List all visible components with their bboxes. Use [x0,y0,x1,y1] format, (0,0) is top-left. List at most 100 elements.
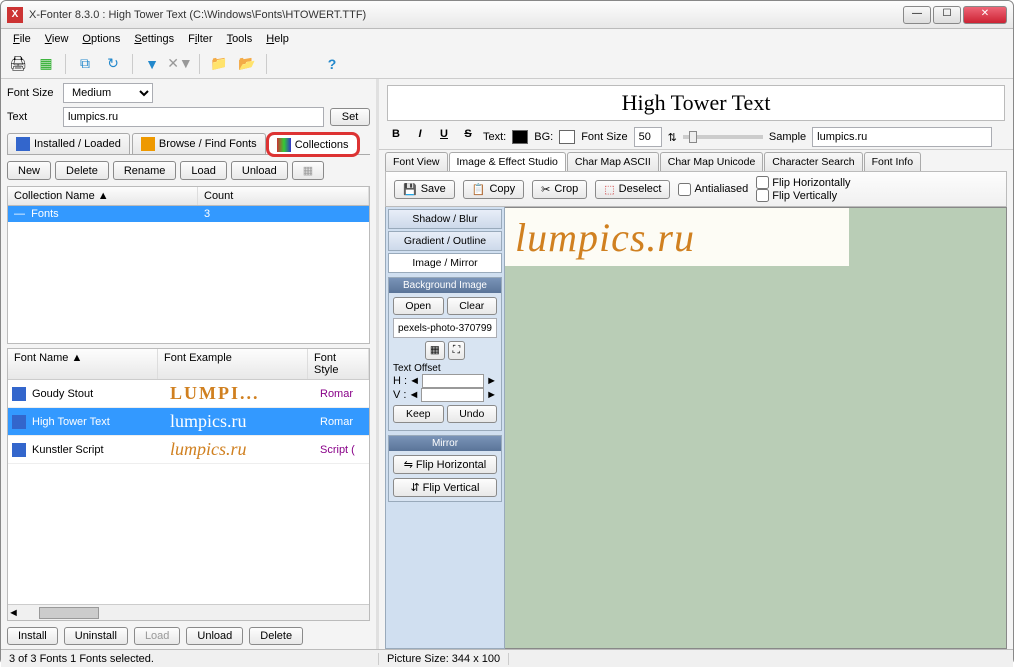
h-offset-slider[interactable] [422,374,484,388]
undo-button[interactable]: Undo [447,405,498,423]
tab-fontview[interactable]: Font View [385,152,448,171]
maximize-button[interactable]: ☐ [933,6,961,24]
spinner-icon[interactable]: ⇅ [668,131,677,144]
sample-label: Sample [769,131,806,143]
col-font-style[interactable]: Font Style [308,349,369,379]
print-icon[interactable]: 🖨 [7,53,29,75]
fontsize-select[interactable]: Medium [63,83,153,103]
unload-font-button[interactable]: Unload [186,627,243,645]
stop-button[interactable]: ▦ [292,161,324,180]
tab-collections[interactable]: Collections [268,134,358,155]
menu-options[interactable]: Options [76,31,126,47]
refresh-icon[interactable]: ↻ [102,53,124,75]
browse-icon[interactable]: ▦ [35,53,57,75]
disk-icon: 💾 [403,183,417,196]
fontsize-slider[interactable] [683,135,763,139]
tab-studio[interactable]: Image & Effect Studio [449,152,566,171]
open-bg-button[interactable]: Open [393,297,444,315]
unload-button[interactable]: Unload [231,161,288,180]
col-collection-name[interactable]: Collection Name ▲ [8,187,198,205]
crop-button[interactable]: ✂Crop [532,180,587,199]
horizontal-scrollbar[interactable]: ◄ [8,604,369,620]
uninstall-button[interactable]: Uninstall [64,627,128,645]
stretch-icon[interactable]: ⛶ [448,341,465,360]
left-panel: Font Size Medium Text Set Installed / Lo… [1,79,379,649]
tab-shadow[interactable]: Shadow / Blur [388,209,502,229]
font-row[interactable]: Goudy Stout LUMPI... Romar [8,380,369,408]
help-icon[interactable]: ? [321,53,343,75]
menu-settings[interactable]: Settings [128,31,180,47]
bg-image-section: Background Image Open Clear ▦ ⛶ Text Off… [388,277,502,431]
menu-tools[interactable]: Tools [221,31,259,47]
filter-icon[interactable]: ▼ [141,53,163,75]
preview-canvas[interactable]: lumpics.ru [505,207,1007,649]
underline-button[interactable]: U [435,128,453,146]
col-count[interactable]: Count [198,187,369,205]
minimize-button[interactable]: — [903,6,931,24]
tab-ascii[interactable]: Char Map ASCII [567,152,659,171]
delete-font-button[interactable]: Delete [249,627,303,645]
canvas-image: lumpics.ru [505,208,849,266]
tab-browse[interactable]: Browse / Find Fonts [132,133,266,154]
sort-asc-icon: ▲ [98,190,109,202]
new-button[interactable]: New [7,161,51,180]
copy-button[interactable]: 📋Copy [463,180,524,199]
tab-gradient[interactable]: Gradient / Outline [388,231,502,251]
collection-row[interactable]: — Fonts 3 [8,206,369,222]
delete-button[interactable]: Delete [55,161,109,180]
set-button[interactable]: Set [330,108,370,126]
fliph-icon: ⇋ [404,459,413,471]
flip-horizontal-button[interactable]: ⇋ Flip Horizontal [393,455,497,474]
tab-charsearch[interactable]: Character Search [764,152,862,171]
left-tabs: Installed / Loaded Browse / Find Fonts C… [7,133,370,155]
bg-color-swatch[interactable] [559,130,575,144]
bg-image-title: Background Image [389,278,501,293]
folder-out-icon[interactable]: 📂 [236,53,258,75]
menu-view[interactable]: View [39,31,75,47]
col-font-name[interactable]: Font Name ▲ [8,349,158,379]
antialiased-checkbox[interactable]: Antialiased [678,183,748,196]
load-font-button[interactable]: Load [134,627,180,645]
sample-text-input[interactable] [63,107,324,127]
italic-button[interactable]: I [411,128,429,146]
compare-icon[interactable]: ⧉ [74,53,96,75]
deselect-button[interactable]: ⬚Deselect [595,180,670,199]
flipv-checkbox[interactable]: Flip Vertically [756,189,850,202]
studio-toolbar: 💾Save 📋Copy ✂Crop ⬚Deselect Antialiased … [385,171,1007,207]
menu-file[interactable]: File [7,31,37,47]
save-button[interactable]: 💾Save [394,180,455,199]
text-color-swatch[interactable] [512,130,528,144]
col-font-example[interactable]: Font Example [158,349,308,379]
load-button[interactable]: Load [180,161,226,180]
fontsize-input[interactable] [634,127,662,147]
fliph-checkbox[interactable]: Flip Horizontally [756,176,850,189]
bg-file-input[interactable] [393,318,497,338]
rename-button[interactable]: Rename [113,161,177,180]
tab-installed[interactable]: Installed / Loaded [7,133,130,154]
tab-fontinfo[interactable]: Font Info [864,152,921,171]
install-button[interactable]: Install [7,627,58,645]
truetype-icon [12,415,26,429]
menu-filter[interactable]: Filter [182,31,218,47]
font-row[interactable]: Kunstler Script lumpics.ru Script ( [8,436,369,464]
font-list: Font Name ▲ Font Example Font Style Goud… [7,348,370,621]
offset-label: Text Offset [393,363,497,374]
keep-button[interactable]: Keep [393,405,444,423]
v-offset-slider[interactable] [421,388,484,402]
bold-button[interactable]: B [387,128,405,146]
folder-in-icon[interactable]: 📁 [208,53,230,75]
font-row[interactable]: High Tower Text lumpics.ru Romar [8,408,369,436]
tab-image-mirror[interactable]: Image / Mirror [388,253,502,273]
toolbar: 🖨 ▦ ⧉ ↻ ▼ ✕▼ 📁 📂 ? [1,49,1013,79]
strike-button[interactable]: S [459,128,477,146]
tab-unicode[interactable]: Char Map Unicode [660,152,764,171]
flip-vertical-button[interactable]: ⇵ Flip Vertical [393,478,497,497]
clear-filter-icon[interactable]: ✕▼ [169,53,191,75]
menu-help[interactable]: Help [260,31,295,47]
sample-input[interactable] [812,127,992,147]
clear-bg-button[interactable]: Clear [447,297,498,315]
text-label: Text [7,111,57,123]
tile-icon[interactable]: ▦ [425,341,445,360]
collection-list[interactable]: — Fonts 3 [7,206,370,344]
close-button[interactable]: ✕ [963,6,1007,24]
